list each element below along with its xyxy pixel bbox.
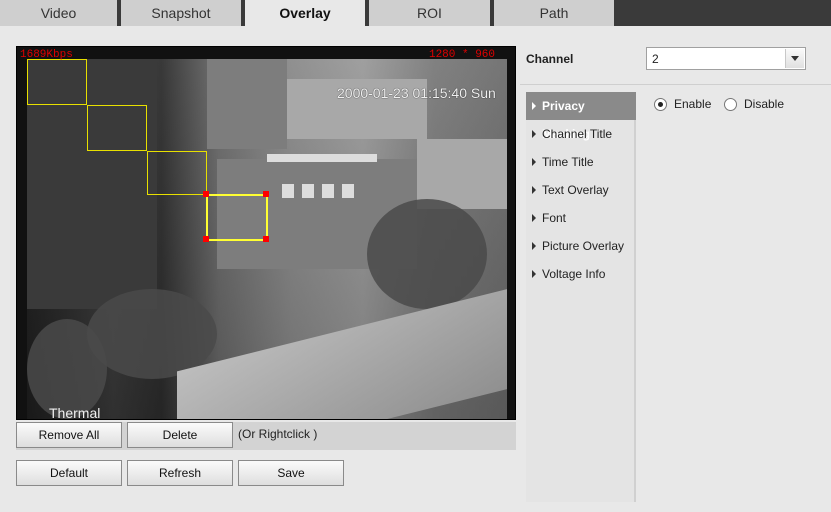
refresh-button[interactable]: Refresh — [127, 460, 233, 486]
triangle-right-icon — [532, 214, 536, 222]
remove-all-button[interactable]: Remove All — [16, 422, 122, 448]
menu-item-channel-title[interactable]: Channel Title — [526, 120, 636, 148]
triangle-right-icon — [532, 186, 536, 194]
channel-select-value: 2 — [652, 52, 659, 66]
resize-handle-tr[interactable] — [263, 191, 269, 197]
disable-label: Disable — [744, 97, 785, 111]
tab-bar: Video Snapshot Overlay ROI Path — [0, 0, 831, 26]
osd-channel-title: Thermal — [49, 405, 101, 419]
channel-select[interactable]: 2 — [646, 47, 806, 70]
chevron-down-icon[interactable] — [785, 49, 804, 68]
osd-resolution: 1280 * 960 — [428, 49, 495, 61]
privacy-mask-3[interactable] — [147, 151, 207, 195]
video-preview[interactable]: 2000-01-23 01:15:40 Sun Thermal 1689Kbps… — [16, 46, 516, 420]
save-button[interactable]: Save — [238, 460, 344, 486]
menu-item-text-overlay[interactable]: Text Overlay — [526, 176, 636, 204]
tab-video[interactable]: Video — [0, 0, 118, 26]
triangle-right-icon — [532, 102, 536, 110]
privacy-mask-2[interactable] — [87, 105, 147, 151]
tab-snapshot[interactable]: Snapshot — [121, 0, 242, 26]
default-button[interactable]: Default — [16, 460, 122, 486]
triangle-right-icon — [532, 270, 536, 278]
rightclick-hint: (Or Rightclick ) — [238, 427, 318, 441]
channel-label: Channel — [526, 52, 574, 66]
triangle-right-icon — [532, 158, 536, 166]
menu-item-time-title[interactable]: Time Title — [526, 148, 636, 176]
thermal-image: 2000-01-23 01:15:40 Sun Thermal — [27, 59, 507, 419]
divider — [520, 84, 831, 85]
tab-overlay[interactable]: Overlay — [245, 0, 366, 26]
osd-bitrate: 1689Kbps — [20, 49, 73, 61]
resize-handle-bl[interactable] — [203, 236, 209, 242]
tab-roi[interactable]: ROI — [369, 0, 491, 26]
delete-button[interactable]: Delete — [127, 422, 233, 448]
resize-handle-br[interactable] — [263, 236, 269, 242]
overlay-menu: Privacy Masking Channel Title Time Title… — [526, 92, 636, 502]
osd-timestamp: 2000-01-23 01:15:40 Sun — [337, 85, 496, 101]
disable-radio[interactable] — [724, 98, 737, 111]
menu-item-voltage-info[interactable]: Voltage Info — [526, 260, 636, 288]
resize-handle-tl[interactable] — [203, 191, 209, 197]
menu-item-font[interactable]: Font — [526, 204, 636, 232]
menu-item-picture-overlay[interactable]: Picture Overlay — [526, 232, 636, 260]
menu-item-privacy-masking[interactable]: Privacy Masking — [526, 92, 636, 141]
triangle-right-icon — [532, 242, 536, 250]
enable-radio[interactable] — [654, 98, 667, 111]
triangle-right-icon — [532, 130, 536, 138]
privacy-mask-selected[interactable] — [206, 194, 268, 241]
tab-path[interactable]: Path — [494, 0, 615, 26]
privacy-mask-1[interactable] — [27, 59, 87, 105]
enable-label: Enable — [674, 97, 712, 111]
